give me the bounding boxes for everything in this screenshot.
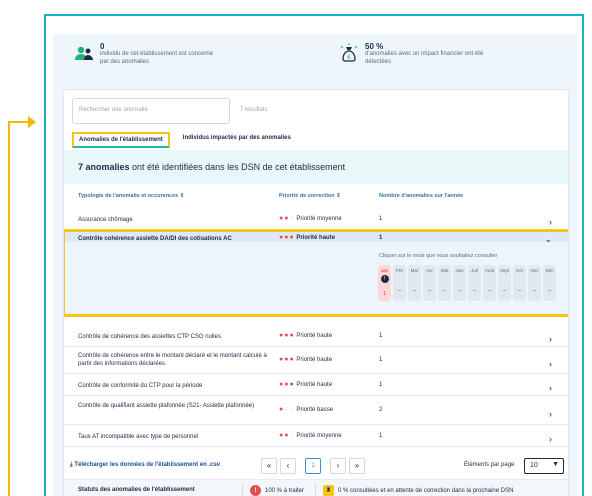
priority-dots-icon: ●●○ bbox=[279, 215, 295, 222]
header-typologie[interactable]: Typologie de l'anomalie et occurences ⇕ bbox=[78, 193, 184, 199]
next-page-button[interactable]: › bbox=[330, 458, 346, 474]
results-count: 7 résultats bbox=[240, 107, 268, 113]
chevron-right-icon[interactable]: › bbox=[549, 334, 552, 344]
chevron-right-icon[interactable]: › bbox=[549, 217, 552, 227]
priority-label: Priorité haute bbox=[296, 382, 333, 388]
anomaly-label: Contrôle de cohérence des assiettes CTP … bbox=[78, 334, 221, 340]
people-icon bbox=[73, 42, 95, 64]
first-page-button[interactable]: « bbox=[261, 458, 277, 474]
table-row[interactable]: Contrôle de cohérence entre le montant d… bbox=[64, 347, 568, 374]
per-page-value: 10 bbox=[530, 462, 538, 469]
status-divider bbox=[242, 483, 243, 496]
prev-page-button[interactable]: ‹ bbox=[280, 458, 296, 474]
money-bag-icon: € bbox=[338, 42, 360, 64]
status-pending: ⧗ 0 % consultées et en attente de correc… bbox=[323, 485, 513, 496]
annotation-arrow-left-head bbox=[28, 116, 36, 128]
header-priorite[interactable]: Priorité de correction ⇕ bbox=[279, 193, 341, 199]
priority-cell: ●●○ Priorité moyenne bbox=[279, 215, 342, 222]
annotation-arrow-left-horizontal bbox=[8, 121, 30, 123]
priority-cell: ●●○ Priorité moyenne bbox=[279, 432, 342, 439]
priority-cell: ●●● Priorité haute bbox=[279, 332, 332, 339]
priority-label: Priorité moyenne bbox=[296, 433, 342, 439]
stats-bar: 0 individu de cet établissement est conc… bbox=[53, 34, 577, 88]
stat-individuals-value: 0 bbox=[100, 42, 105, 51]
svg-text:€: € bbox=[347, 55, 351, 61]
chevron-right-icon[interactable]: › bbox=[549, 383, 552, 393]
anomaly-count: 1 bbox=[379, 382, 383, 388]
anomalies-headline: 7 anomalies ont été identifiées dans les… bbox=[64, 150, 568, 184]
anomalies-panel: Rechercher une anomalie 7 résultats Anom… bbox=[63, 89, 569, 496]
per-page-select[interactable]: 10 ▼ bbox=[524, 458, 564, 474]
anomaly-count: 1 bbox=[379, 216, 383, 222]
current-page[interactable]: 1 bbox=[305, 458, 321, 474]
anomalies-headline-text: ont été identifiées dans les DSN de cet … bbox=[129, 162, 346, 172]
anomaly-label: Contrôle de qualifiant assiette plafonné… bbox=[78, 403, 255, 409]
chevron-right-icon[interactable]: › bbox=[549, 434, 552, 444]
tab-individus-impactes[interactable]: Individus impactés par des anomalies bbox=[178, 132, 296, 148]
priority-label: Priorité basse bbox=[296, 407, 334, 413]
priority-cell: ●●● Priorité haute bbox=[279, 381, 332, 388]
tab-bar: Anomalies de l'établissement Individus i… bbox=[72, 132, 296, 148]
annotation-arrow-left-vertical bbox=[8, 121, 10, 496]
anomaly-count: 1 bbox=[379, 333, 383, 339]
stat-individuals: 0 individu de cet établissement est conc… bbox=[73, 42, 220, 67]
table-row[interactable]: Contrôle de cohérence des assiettes CTP … bbox=[64, 325, 568, 347]
status-bar: Statuts des anomalies de l'établissement… bbox=[64, 479, 568, 496]
status-to-treat-text: 100 % à traiter bbox=[265, 487, 305, 494]
chevron-right-icon[interactable]: › bbox=[549, 409, 552, 419]
anomaly-label: Taux AT incompatible avec type de person… bbox=[78, 434, 199, 440]
dashboard-frame: 0 individu de cet établissement est conc… bbox=[44, 14, 584, 496]
anomaly-label: Contrôle de cohérence entre le montant d… bbox=[78, 353, 267, 368]
status-pending-text: 0 % consultées et en attente de correcti… bbox=[338, 487, 514, 494]
table-row[interactable]: Taux AT incompatible avec type de person… bbox=[64, 425, 568, 447]
priority-dots-icon: ●●● bbox=[279, 381, 295, 388]
stat-financial-text: d'anomalies avec un impact financier ont… bbox=[365, 51, 484, 65]
stat-individuals-text: individu de cet établissement est concer… bbox=[100, 51, 214, 65]
per-page-label: Éléments par page bbox=[464, 462, 515, 468]
status-divider bbox=[315, 483, 316, 496]
hourglass-icon: ⧗ bbox=[323, 485, 334, 496]
search-input[interactable]: Rechercher une anomalie bbox=[72, 98, 230, 124]
status-title: Statuts des anomalies de l'établissement bbox=[78, 487, 195, 493]
table-header: Typologie de l'anomalie et occurences ⇕ … bbox=[64, 189, 568, 205]
stat-financial-value: 50 % bbox=[365, 42, 384, 51]
last-page-button[interactable]: » bbox=[349, 458, 365, 474]
priority-cell: ●●● Priorité haute bbox=[279, 356, 332, 363]
anomaly-count: 1 bbox=[379, 357, 383, 363]
status-to-treat: ! 100 % à traiter bbox=[250, 485, 304, 496]
priority-dots-icon: ●○○ bbox=[279, 406, 295, 413]
priority-label: Priorité moyenne bbox=[296, 216, 342, 222]
table-footer: ⤓ Télécharger les données de l'établisse… bbox=[64, 455, 568, 477]
header-nombre: Nombre d'anomalies sur l'année bbox=[379, 193, 464, 199]
anomaly-label: Assurance chômage bbox=[78, 217, 133, 223]
download-csv-link[interactable]: ⤓ Télécharger les données de l'établisse… bbox=[70, 462, 220, 469]
priority-label: Priorité haute bbox=[296, 333, 333, 339]
table-row[interactable]: Contrôle de conformité du CTP pour la pé… bbox=[64, 374, 568, 396]
anomaly-label: Contrôle de conformité du CTP pour la pé… bbox=[78, 383, 203, 389]
anomaly-count: 1 bbox=[379, 433, 383, 439]
table-row[interactable]: Assurance chômage ●●○ Priorité moyenne 1… bbox=[64, 208, 568, 230]
pagination: « ‹ 1 › » bbox=[261, 458, 365, 474]
establishment-panel: 0 individu de cet établissement est conc… bbox=[53, 34, 577, 496]
caret-down-icon: ▼ bbox=[552, 461, 559, 468]
priority-dots-icon: ●●○ bbox=[279, 432, 295, 439]
tab-anomalies-etablissement[interactable]: Anomalies de l'établissement bbox=[72, 132, 170, 148]
priority-dots-icon: ●●● bbox=[279, 332, 295, 339]
highlight-expanded-row bbox=[64, 229, 568, 317]
priority-cell: ●○○ Priorité basse bbox=[279, 406, 333, 413]
table-row[interactable]: Contrôle de qualifiant assiette plafonné… bbox=[64, 396, 568, 425]
anomaly-count: 2 bbox=[379, 407, 383, 413]
priority-dots-icon: ●●● bbox=[279, 356, 295, 363]
alert-icon: ! bbox=[250, 485, 261, 496]
anomalies-count: 7 anomalies bbox=[78, 162, 130, 172]
stat-financial: € 50 % d'anomalies avec un impact financ… bbox=[338, 42, 485, 67]
priority-label: Priorité haute bbox=[296, 357, 333, 363]
chevron-right-icon[interactable]: › bbox=[549, 359, 552, 369]
